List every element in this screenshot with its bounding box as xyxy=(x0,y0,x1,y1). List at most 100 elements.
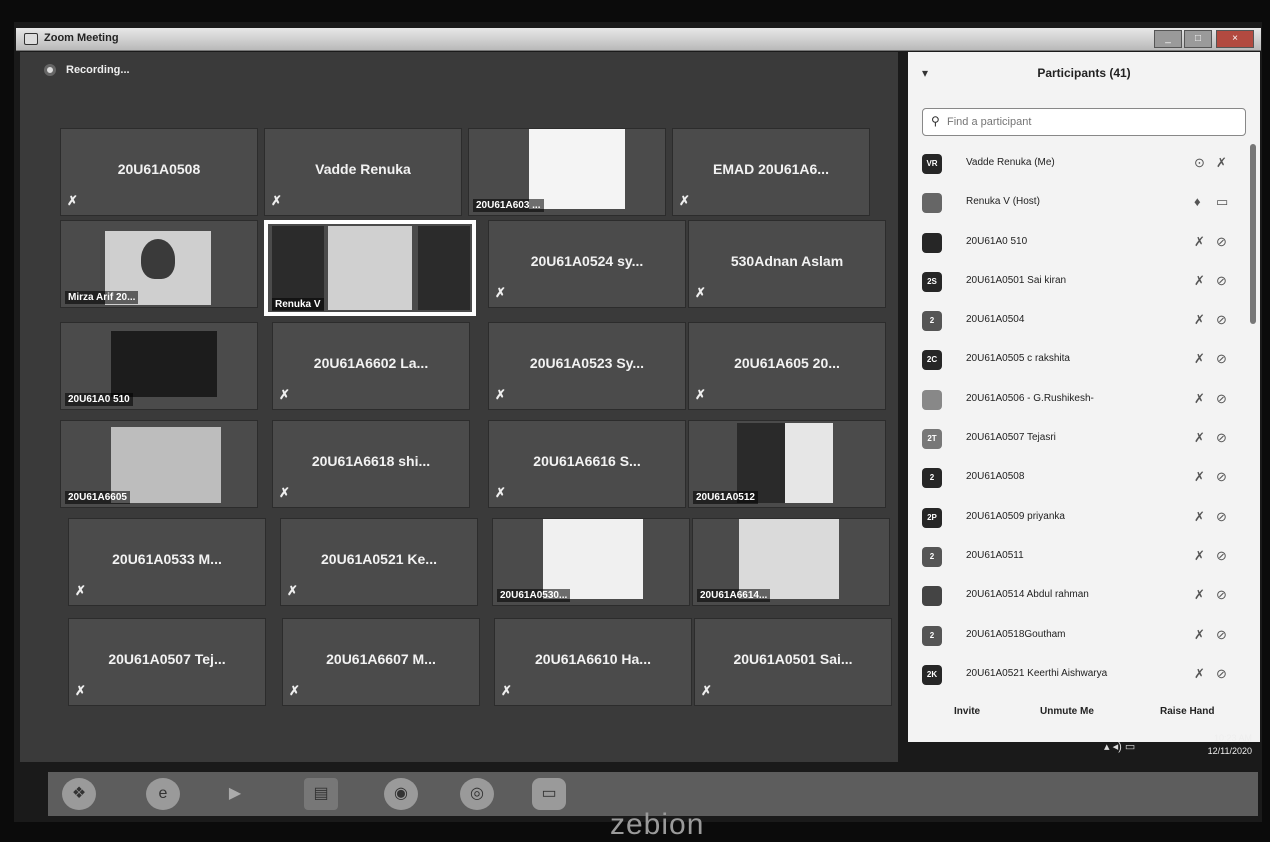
participant-name: 20U61A0514 Abdul rahman xyxy=(966,589,1089,601)
close-button[interactable]: × xyxy=(1216,30,1254,48)
tile-name: 530Adnan Aslam xyxy=(730,253,844,269)
video-tile[interactable]: 20U61A6602 La... ✗ xyxy=(272,322,470,410)
mic-muted-icon[interactable]: ✗ xyxy=(1194,273,1205,289)
mic-muted-icon[interactable]: ✗ xyxy=(1194,509,1205,525)
video-tile[interactable]: 20U61A0530... xyxy=(492,518,690,606)
participant-row[interactable]: 2 20U61A0508 ✗ ⊘ xyxy=(908,458,1248,497)
video-tile[interactable]: 20U61A6607 M... ✗ xyxy=(282,618,480,706)
mic-muted-icon[interactable]: ✗ xyxy=(1194,430,1205,446)
tile-caption: 20U61A6614... xyxy=(697,589,771,602)
video-tile[interactable]: 20U61A0501 Sai... ✗ xyxy=(694,618,892,706)
participant-row[interactable]: 2 20U61A0511 ✗ ⊘ xyxy=(908,537,1248,576)
video-icon[interactable]: ▭ xyxy=(1216,194,1228,210)
video-tile[interactable]: 20U61A6605 xyxy=(60,420,258,508)
tile-name: 20U61A0501 Sai... xyxy=(733,651,853,667)
participant-row[interactable]: 2T 20U61A0507 Tejasri ✗ ⊘ xyxy=(908,419,1248,458)
unmute-me-button[interactable]: Unmute Me xyxy=(1040,706,1094,717)
avatar: 2 xyxy=(922,468,942,489)
participant-row[interactable]: 2K 20U61A0521 Keerthi Aishwarya ✗ ⊘ xyxy=(908,655,1248,694)
video-tile[interactable]: 20U61A6614... xyxy=(692,518,890,606)
video-off-icon[interactable]: ⊘ xyxy=(1216,234,1227,250)
mic-muted-icon: ✗ xyxy=(279,485,290,500)
avatar: 2P xyxy=(922,507,942,528)
tile-name: 20U61A6602 La... xyxy=(313,355,429,371)
maximize-button[interactable]: □ xyxy=(1184,30,1212,48)
video-tile[interactable]: 530Adnan Aslam ✗ xyxy=(688,220,886,308)
media-player-icon[interactable]: ▶ xyxy=(218,778,252,810)
participant-row[interactable]: VR Vadde Renuka (Me) ⊙ ✗ xyxy=(908,144,1248,183)
video-tile[interactable]: 20U61A0533 M... ✗ xyxy=(68,518,266,606)
participant-row[interactable]: Renuka V (Host) ♦ ▭ xyxy=(908,183,1248,222)
video-tile[interactable]: 20U61A6610 Ha... ✗ xyxy=(494,618,692,706)
mic-muted-icon[interactable]: ✗ xyxy=(1194,234,1205,250)
start-button-icon[interactable]: ❖ xyxy=(62,778,96,810)
video-off-icon[interactable]: ⊘ xyxy=(1216,548,1227,564)
file-explorer-icon[interactable]: ▤ xyxy=(304,778,338,810)
video-tile[interactable]: Vadde Renuka ✗ xyxy=(264,128,462,216)
mic-muted-icon[interactable]: ✗ xyxy=(1194,587,1205,603)
mic-muted-icon[interactable]: ✗ xyxy=(1216,155,1227,171)
participant-row[interactable]: 2S 20U61A0501 Sai kiran ✗ ⊘ xyxy=(908,262,1248,301)
video-tile[interactable]: 20U61A605 20... ✗ xyxy=(688,322,886,410)
video-tile[interactable]: 20U61A0521 Ke... ✗ xyxy=(280,518,478,606)
participant-row[interactable]: 20U61A0514 Abdul rahman ✗ ⊘ xyxy=(908,576,1248,615)
zoom-taskbar-icon[interactable]: ▭ xyxy=(532,778,566,810)
share-icon[interactable]: ⊙ xyxy=(1194,155,1205,171)
video-off-icon[interactable]: ⊘ xyxy=(1216,666,1227,682)
video-off-icon[interactable]: ⊘ xyxy=(1216,469,1227,485)
mic-muted-icon[interactable]: ✗ xyxy=(1194,469,1205,485)
video-tile[interactable]: Mirza Arif 20... xyxy=(60,220,258,308)
raise-hand-button[interactable]: Raise Hand xyxy=(1160,706,1214,717)
video-tile-active-speaker[interactable]: Renuka V xyxy=(264,220,476,316)
mic-muted-icon[interactable]: ✗ xyxy=(1194,391,1205,407)
video-tile[interactable]: 20U61A0512 xyxy=(688,420,886,508)
video-tile[interactable]: EMAD 20U61A6... ✗ xyxy=(672,128,870,216)
firefox-icon[interactable]: ◉ xyxy=(384,778,418,810)
video-tile[interactable]: 20U61A0507 Tej... ✗ xyxy=(68,618,266,706)
participant-row[interactable]: 2 20U61A0518Goutham ✗ ⊘ xyxy=(908,616,1248,655)
mic-icon[interactable]: ♦ xyxy=(1194,194,1201,209)
video-off-icon[interactable]: ⊘ xyxy=(1216,587,1227,603)
video-tile[interactable]: 20U61A0 510 xyxy=(60,322,258,410)
participant-search[interactable]: ⚲ xyxy=(922,108,1246,136)
participant-row[interactable]: 2P 20U61A0509 priyanka ✗ ⊘ xyxy=(908,498,1248,537)
mic-muted-icon[interactable]: ✗ xyxy=(1194,312,1205,328)
participant-row[interactable]: 20U61A0 510 ✗ ⊘ xyxy=(908,223,1248,262)
video-off-icon[interactable]: ⊘ xyxy=(1216,312,1227,328)
clock[interactable]: 10:23 AM 12/11/2020 xyxy=(1208,732,1252,758)
participant-row[interactable]: 20U61A0506 - G.Rushikesh- ✗ ⊘ xyxy=(908,380,1248,419)
video-off-icon[interactable]: ⊘ xyxy=(1216,430,1227,446)
mic-muted-icon: ✗ xyxy=(75,583,86,598)
mic-muted-icon[interactable]: ✗ xyxy=(1194,666,1205,682)
participant-name: 20U61A0506 - G.Rushikesh- xyxy=(966,392,1094,404)
video-tile[interactable]: 20U61A0508 ✗ xyxy=(60,128,258,216)
video-off-icon[interactable]: ⊘ xyxy=(1216,351,1227,367)
participants-panel: ▾ Participants (41) ⚲ VR Vadde Renuka (Me… xyxy=(908,52,1260,742)
video-off-icon[interactable]: ⊘ xyxy=(1216,273,1227,289)
video-tile[interactable]: 20U61A6618 shi... ✗ xyxy=(272,420,470,508)
chrome-icon[interactable]: ◎ xyxy=(460,778,494,810)
tile-name: 20U61A0521 Ke... xyxy=(321,551,437,567)
invite-button[interactable]: Invite xyxy=(954,706,980,717)
video-off-icon[interactable]: ⊘ xyxy=(1216,391,1227,407)
mic-muted-icon[interactable]: ✗ xyxy=(1194,351,1205,367)
video-tile[interactable]: 20U61A0524 sy... ✗ xyxy=(488,220,686,308)
internet-explorer-icon[interactable]: e xyxy=(146,778,180,810)
avatar: 2T xyxy=(922,429,942,450)
scrollbar[interactable] xyxy=(1250,144,1256,324)
mic-muted-icon[interactable]: ✗ xyxy=(1194,548,1205,564)
recording-indicator[interactable]: Recording... xyxy=(44,64,130,84)
tray-icons[interactable]: ▴ ◂) ▭ xyxy=(1104,740,1135,753)
minimize-button[interactable]: _ xyxy=(1154,30,1182,48)
mic-muted-icon[interactable]: ✗ xyxy=(1194,627,1205,643)
zoom-app-icon xyxy=(24,33,38,45)
video-tile[interactable]: 20U61A603 ... xyxy=(468,128,666,216)
avatar xyxy=(922,232,942,253)
video-off-icon[interactable]: ⊘ xyxy=(1216,509,1227,525)
video-off-icon[interactable]: ⊘ xyxy=(1216,627,1227,643)
search-input[interactable] xyxy=(945,112,1239,132)
participant-row[interactable]: 2C 20U61A0505 c rakshita ✗ ⊘ xyxy=(908,340,1248,379)
video-tile[interactable]: 20U61A0523 Sy... ✗ xyxy=(488,322,686,410)
video-tile[interactable]: 20U61A6616 S... ✗ xyxy=(488,420,686,508)
participant-row[interactable]: 2 20U61A0504 ✗ ⊘ xyxy=(908,301,1248,340)
